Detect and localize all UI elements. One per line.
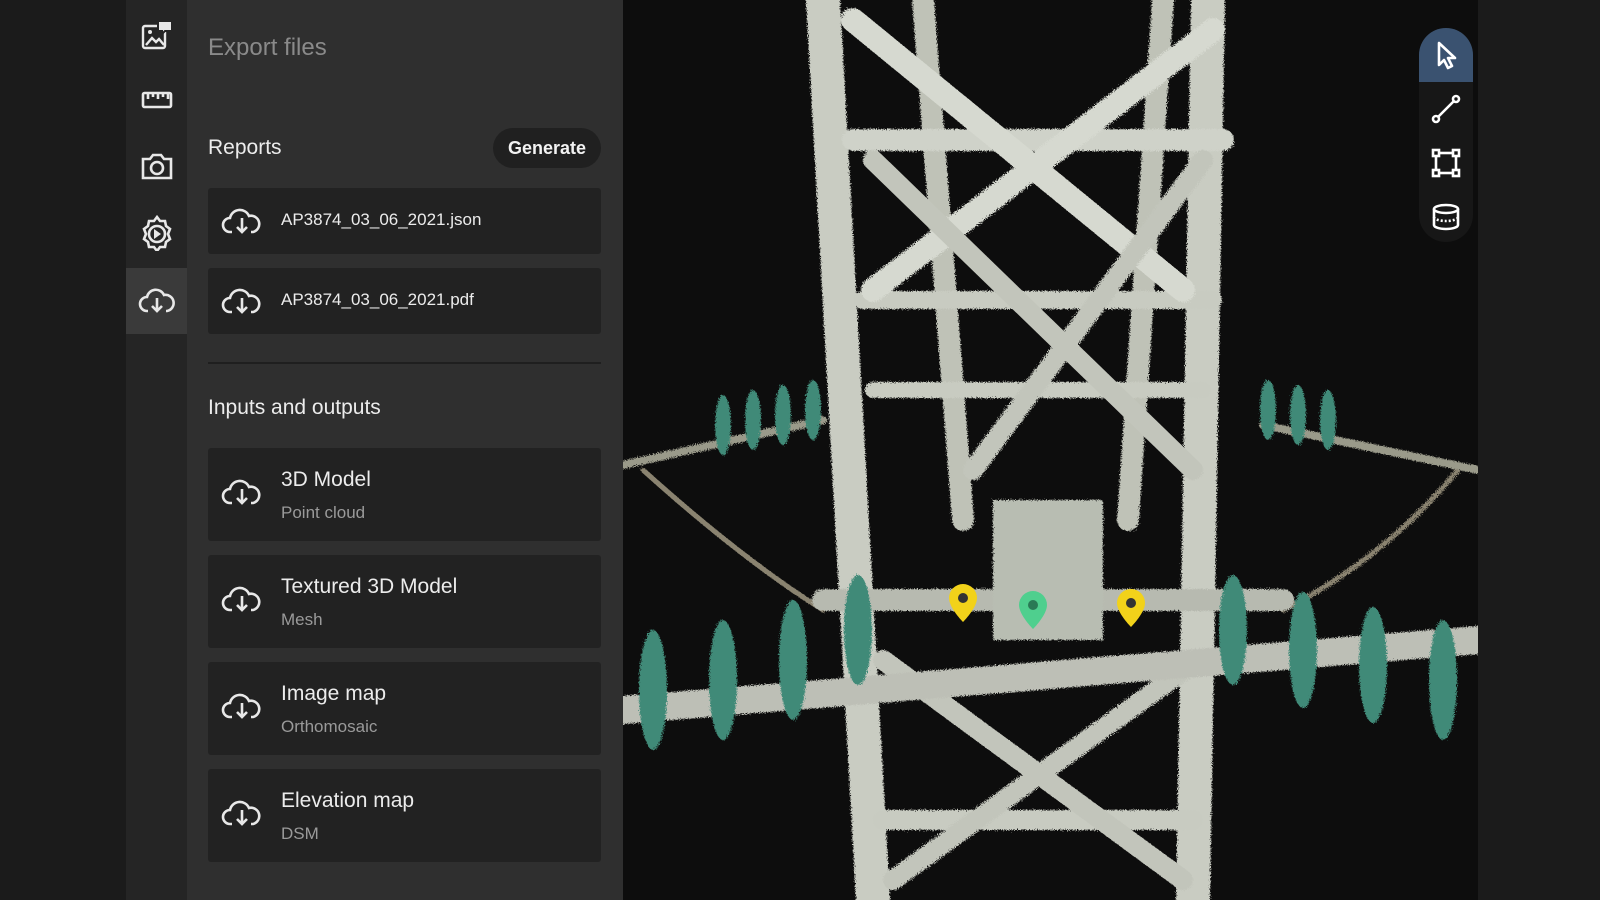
section-divider <box>208 362 601 364</box>
measure-toolbar <box>1419 28 1473 242</box>
rail-item-annotations[interactable] <box>126 6 187 66</box>
line-measure-icon <box>1431 94 1461 124</box>
io-item-title: Elevation map <box>281 789 415 812</box>
rail-item-processing[interactable] <box>126 202 187 262</box>
export-panel: Export files Reports Generate AP3874_03_… <box>187 0 623 900</box>
io-item-subtitle: DSM <box>281 824 319 843</box>
ruler-icon <box>141 91 172 109</box>
io-item-title: Image map <box>281 682 387 705</box>
volume-measure-icon <box>1432 203 1460 231</box>
io-item-title: 3D Model <box>281 468 371 491</box>
settings-play-icon <box>141 214 172 251</box>
marker-yellow-left[interactable] <box>949 584 977 622</box>
area-measure-icon <box>1431 148 1461 178</box>
point-cloud-tower <box>623 0 1478 900</box>
camera-icon <box>141 153 172 180</box>
rail-item-export[interactable] <box>126 268 187 334</box>
rail-item-measure[interactable] <box>126 70 187 130</box>
generate-button[interactable]: Generate <box>493 128 601 168</box>
rail-item-camera[interactable] <box>126 136 187 196</box>
cloud-download-icon <box>221 208 261 234</box>
cloud-download-icon <box>221 288 261 314</box>
icon-rail <box>126 0 187 900</box>
reports-section-title: Reports <box>208 136 282 159</box>
io-item-textured-3d-model[interactable]: Textured 3D Model Mesh <box>208 555 601 648</box>
io-item-subtitle: Point cloud <box>281 503 366 522</box>
select-tool-button[interactable] <box>1419 28 1473 82</box>
marker-yellow-right[interactable] <box>1117 589 1145 627</box>
io-item-subtitle: Mesh <box>281 610 323 629</box>
report-file-name: AP3874_03_06_2021.pdf <box>281 290 474 309</box>
io-item-image-map[interactable]: Image map Orthomosaic <box>208 662 601 755</box>
line-measure-button[interactable] <box>1419 82 1473 136</box>
report-file-name: AP3874_03_06_2021.json <box>281 210 482 229</box>
area-measure-button[interactable] <box>1419 136 1473 190</box>
cloud-download-icon <box>221 800 261 826</box>
io-section-title: Inputs and outputs <box>208 396 381 419</box>
report-file-json[interactable]: AP3874_03_06_2021.json <box>208 188 601 254</box>
panel-title: Export files <box>208 34 327 61</box>
io-item-3d-model[interactable]: 3D Model Point cloud <box>208 448 601 541</box>
io-item-title: Textured 3D Model <box>281 575 458 598</box>
cloud-download-icon <box>221 586 261 612</box>
pointer-icon <box>1437 41 1457 70</box>
cloud-download-icon <box>138 288 175 313</box>
volume-measure-button[interactable] <box>1419 190 1473 242</box>
report-file-pdf[interactable]: AP3874_03_06_2021.pdf <box>208 268 601 334</box>
3d-viewport[interactable] <box>623 0 1478 900</box>
io-item-elevation-map[interactable]: Elevation map DSM <box>208 769 601 862</box>
io-item-subtitle: Orthomosaic <box>281 717 378 736</box>
cloud-download-icon <box>221 693 261 719</box>
app-window: Export files Reports Generate AP3874_03_… <box>126 0 1478 900</box>
image-annotation-icon <box>141 20 173 50</box>
cloud-download-icon <box>221 479 261 505</box>
